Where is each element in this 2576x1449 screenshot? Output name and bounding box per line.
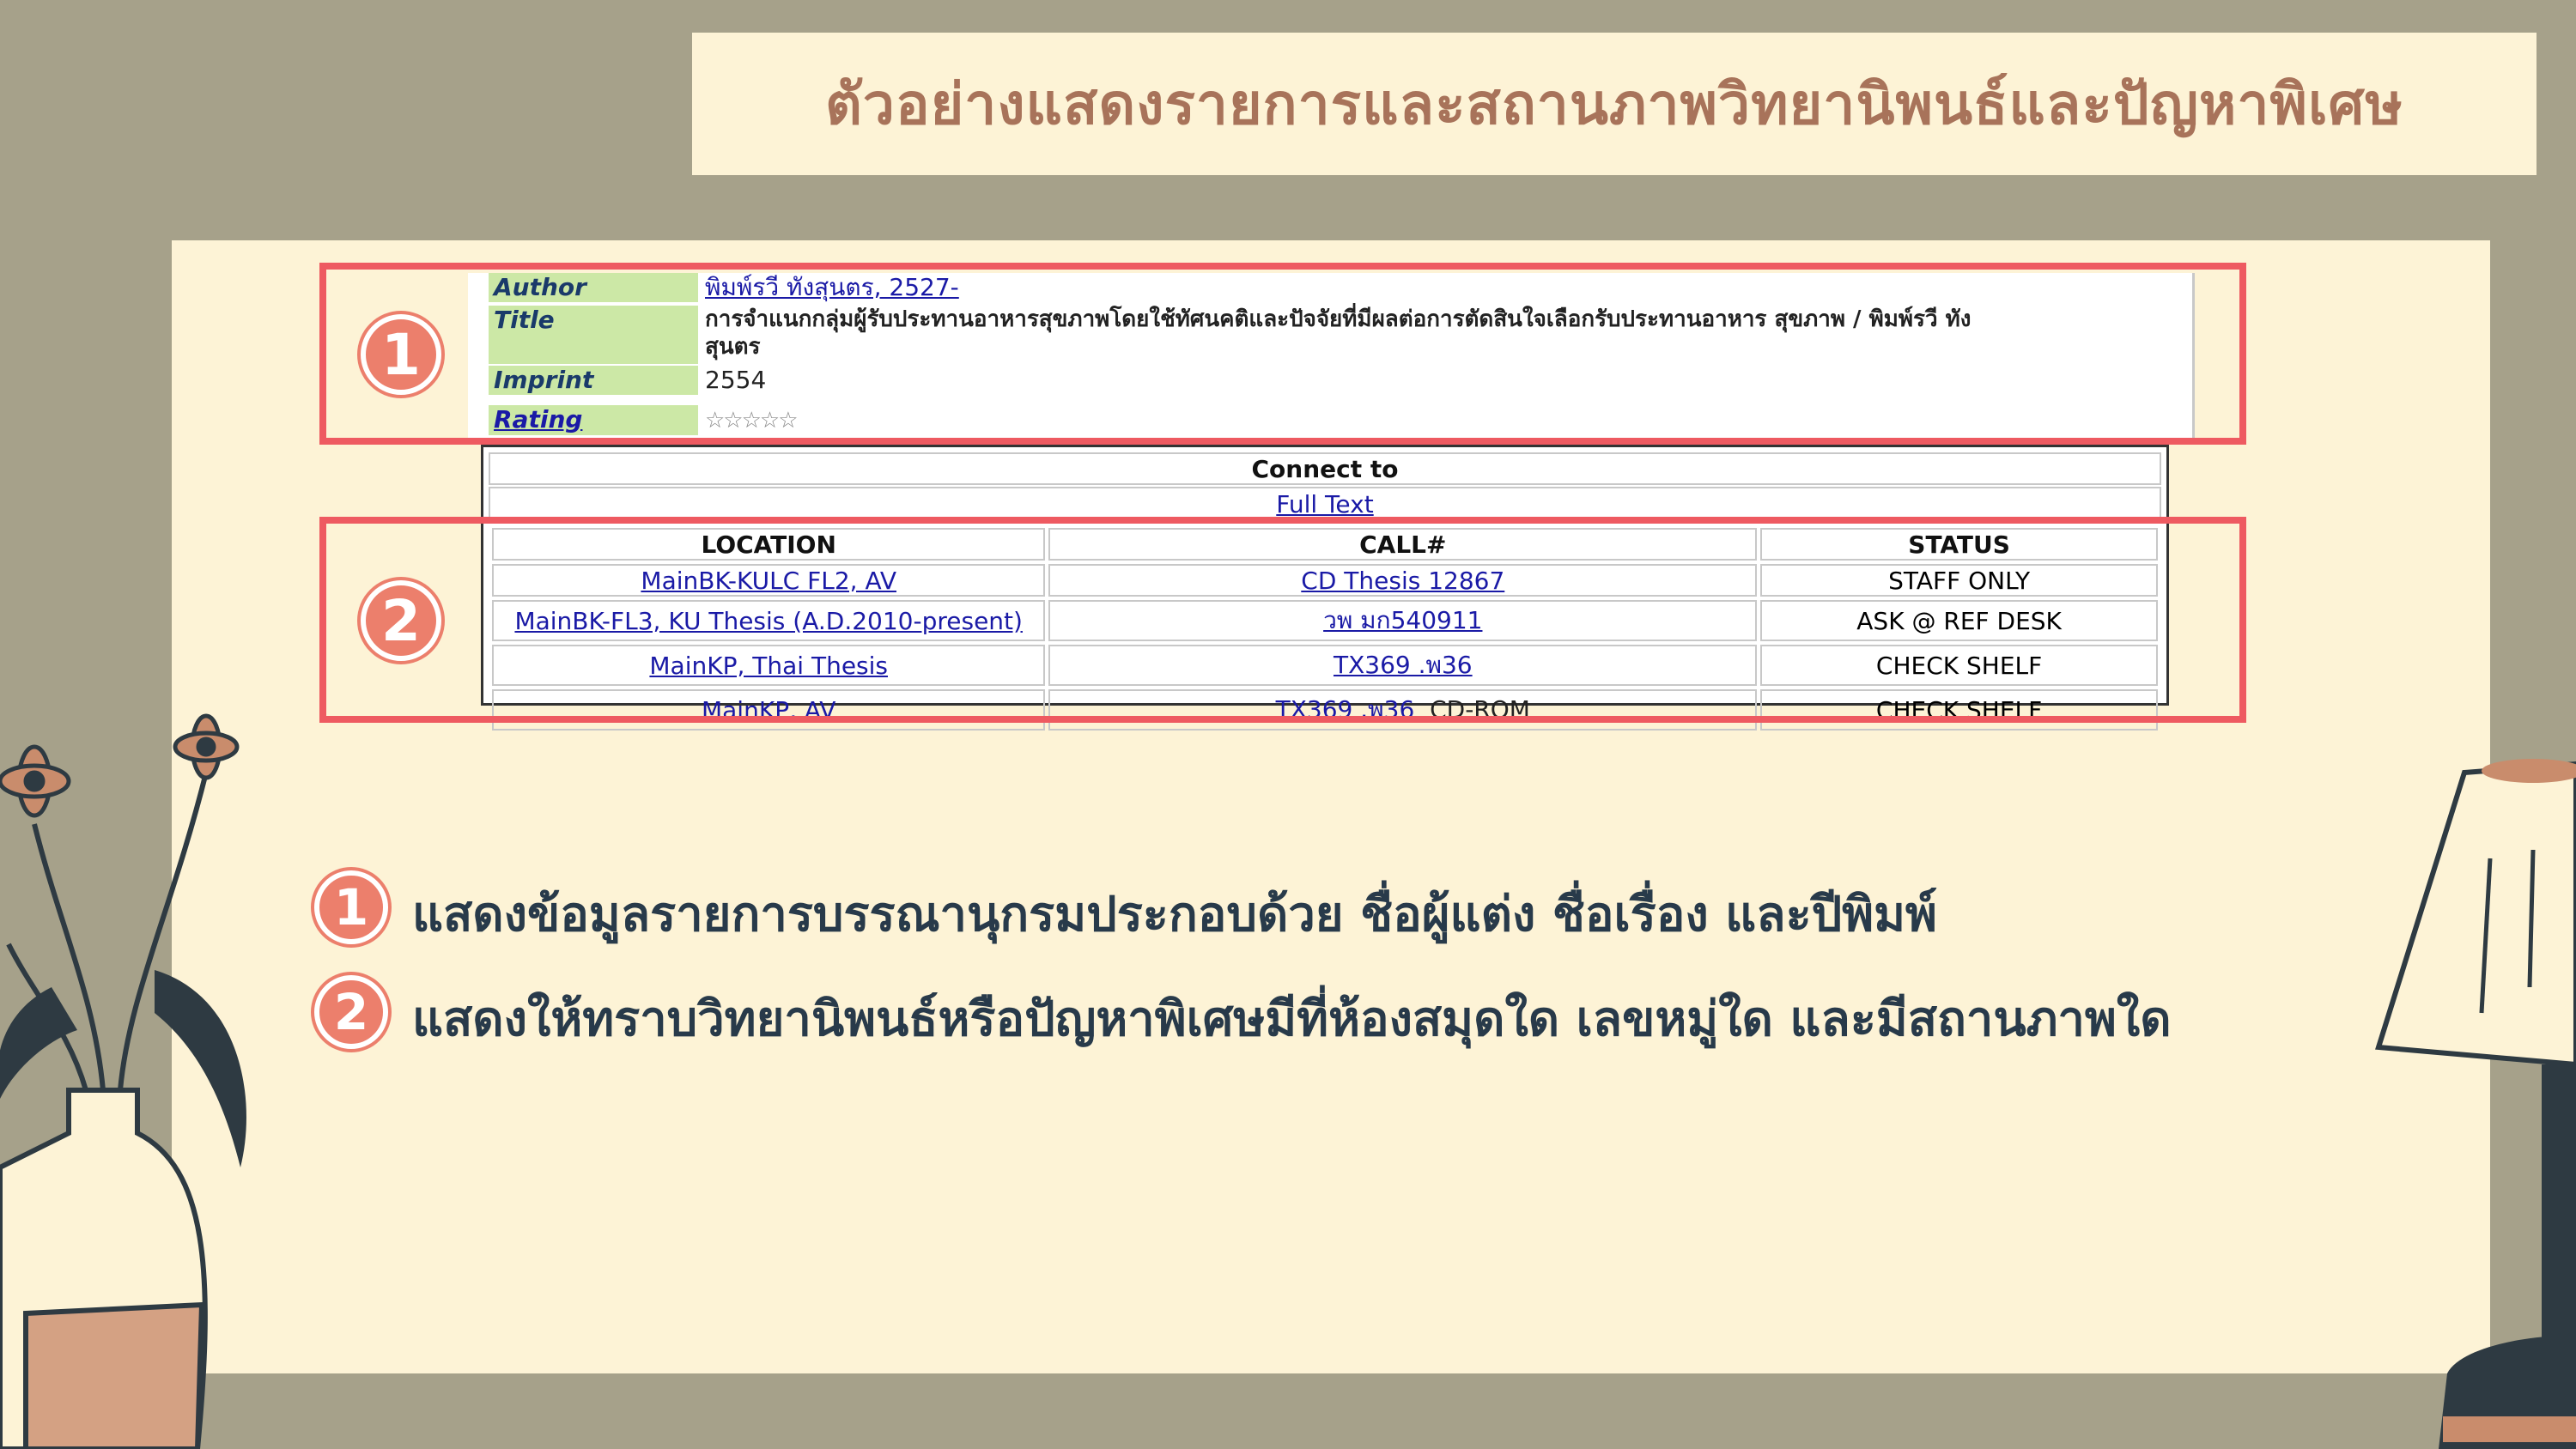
highlight-box-holdings — [319, 517, 2246, 723]
slide-title-banner: ตัวอย่างแสดงรายการและสถานภาพวิทยานิพนธ์แ… — [692, 33, 2537, 175]
lamp-icon — [2375, 759, 2576, 1449]
slide-title: ตัวอย่างแสดงรายการและสถานภาพวิทยานิพนธ์แ… — [825, 70, 2403, 137]
callout-badge-2: 2 — [314, 975, 388, 1049]
flower-icon — [0, 713, 240, 818]
connect-heading: Connect to — [489, 452, 2161, 485]
highlight-box-record — [319, 263, 2246, 445]
callout-text-1: แสดงข้อมูลรายการบรรณานุกรมประกอบด้วย ชื่… — [412, 887, 1937, 943]
vase-flowers-illustration — [0, 713, 246, 1449]
vase-icon — [0, 1088, 208, 1449]
badge-2: 2 — [361, 580, 441, 661]
full-text-link[interactable]: Full Text — [489, 487, 2161, 519]
lamp-illustration — [2375, 759, 2576, 1449]
callout-text-2: แสดงให้ทราบวิทยานิพนธ์หรือปัญหาพิเศษมีที… — [412, 991, 2172, 1047]
callout-badge-1: 1 — [314, 870, 388, 944]
badge-1: 1 — [361, 314, 441, 395]
